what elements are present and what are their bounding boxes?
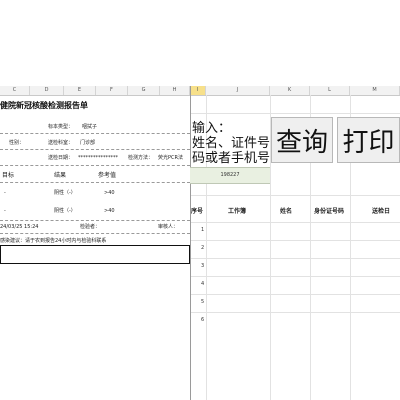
query-prompt-line: 输入： xyxy=(192,121,232,136)
column-header-k[interactable]: K xyxy=(270,86,310,95)
results-header-name: 姓名 xyxy=(280,208,293,215)
reference-value: >40 xyxy=(104,190,115,196)
specimen-type-label: 标本类型： xyxy=(48,124,74,130)
grid-line xyxy=(190,222,400,223)
gender-label: 性别： xyxy=(9,140,25,146)
result-row-number: 6 xyxy=(201,317,205,323)
grid-line xyxy=(190,258,400,259)
department-label: 送检科室： xyxy=(48,140,74,146)
column-header-l[interactable]: L xyxy=(310,86,350,95)
column-header-g[interactable]: G xyxy=(128,86,160,95)
pane-separator xyxy=(190,86,191,400)
grid-line xyxy=(190,312,400,313)
result-item: - xyxy=(4,190,6,196)
column-header-e[interactable]: E xyxy=(64,86,96,95)
row-divider xyxy=(0,182,190,183)
result-value[interactable]: 阴性（-） xyxy=(54,190,76,197)
grid-line xyxy=(190,113,400,114)
row-divider xyxy=(0,133,190,134)
reviewer-label: 审核人： xyxy=(158,224,179,230)
result-row-number: 5 xyxy=(201,299,205,305)
submit-date-value[interactable]: **************** xyxy=(78,155,118,162)
query-input-value: 198227 xyxy=(220,172,240,178)
specimen-type-value[interactable]: 咽拭子 xyxy=(82,124,97,131)
result-row-number: 3 xyxy=(201,263,205,269)
item-column-header: 目标 xyxy=(2,172,15,179)
method-value[interactable]: 荧光PCR法 xyxy=(158,155,183,162)
column-header-m[interactable]: M xyxy=(350,86,400,95)
grid-line xyxy=(190,240,400,241)
column-header-bar: C D E F G H I J K L M xyxy=(0,86,400,96)
column-header-j[interactable]: J xyxy=(206,86,270,95)
row-divider xyxy=(0,233,190,234)
query-prompt-line: 码或者手机号 xyxy=(192,151,271,166)
grid-line xyxy=(190,195,400,196)
results-header-workbook: 工作簿 xyxy=(228,208,247,215)
row-divider xyxy=(0,165,190,166)
result-row-number: 4 xyxy=(201,281,205,287)
result-item: - xyxy=(4,208,6,214)
query-prompt-line: 姓名、证件号 xyxy=(192,136,271,151)
row-divider xyxy=(0,149,190,150)
print-button[interactable]: 打印 xyxy=(337,117,400,163)
column-header-c[interactable]: C xyxy=(0,86,30,95)
submit-date-label: 送检日期： xyxy=(48,155,74,161)
column-header-f[interactable]: F xyxy=(96,86,128,95)
grid-line xyxy=(190,294,400,295)
results-header-id: 身份证号码 xyxy=(314,208,345,215)
report-title: 健院新冠核酸检测报告单 xyxy=(0,101,88,110)
selected-cell[interactable] xyxy=(0,245,190,264)
column-header-i[interactable]: I xyxy=(190,86,206,95)
department-value[interactable]: 门诊部 xyxy=(80,140,95,147)
row-divider xyxy=(0,220,190,221)
search-button[interactable]: 查询 xyxy=(271,117,333,163)
query-prompt: 输入： 姓名、证件号 码或者手机号 xyxy=(192,121,270,166)
method-label: 检测方法： xyxy=(128,155,154,161)
grid-line xyxy=(190,276,400,277)
result-column-header: 结果 xyxy=(54,172,67,179)
reference-column-header: 参考值 xyxy=(98,172,117,179)
results-header-index: 序号 xyxy=(191,208,204,215)
results-header-date: 送检日 xyxy=(372,208,391,215)
reference-value: >40 xyxy=(104,208,115,214)
column-header-h[interactable]: H xyxy=(160,86,190,95)
result-row-number: 2 xyxy=(201,245,205,251)
result-row-number: 1 xyxy=(201,227,205,233)
report-date: 24/03/25 15:24 xyxy=(0,224,39,230)
query-input-cell[interactable]: 198227 xyxy=(190,167,270,184)
checker-label: 检验者： xyxy=(80,224,101,230)
column-header-d[interactable]: D xyxy=(30,86,64,95)
report-note: 感染建议：请于农到报告24小时内与检验科联系 xyxy=(0,238,107,244)
result-value[interactable]: 阴性（-） xyxy=(54,208,76,215)
